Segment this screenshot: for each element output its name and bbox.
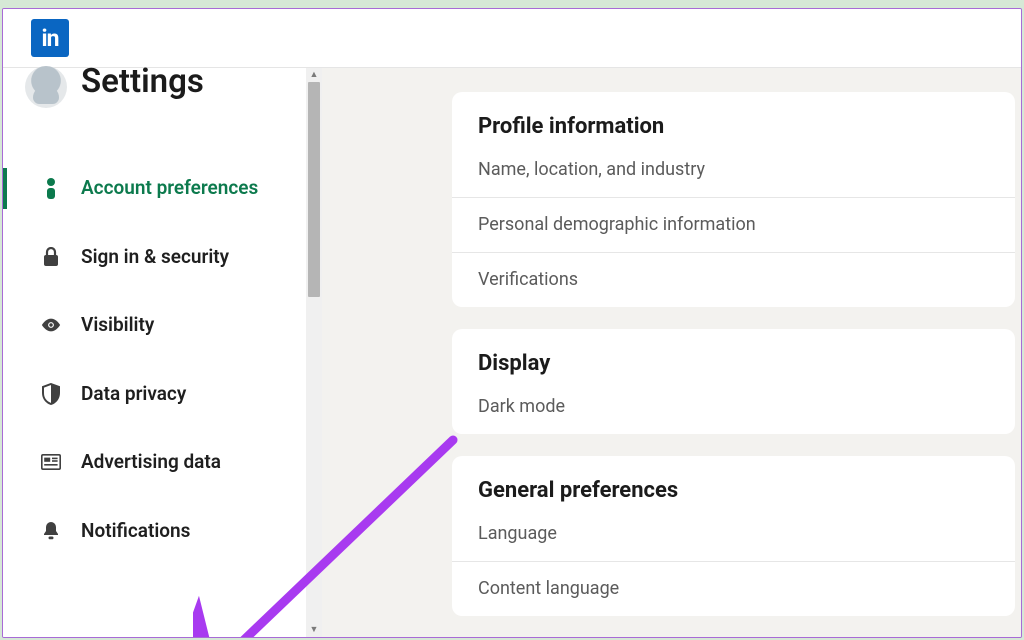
row-personal-demographic[interactable]: Personal demographic information (452, 197, 1015, 252)
sidebar-item-label: Data privacy (81, 380, 186, 409)
section-title: Profile information (452, 92, 1015, 155)
avatar[interactable] (25, 66, 67, 108)
lock-icon (41, 247, 61, 267)
section-title: General preferences (452, 456, 1015, 519)
eye-icon (41, 318, 61, 332)
row-verifications[interactable]: Verifications (452, 252, 1015, 307)
sidebar-item-sign-in-security[interactable]: Sign in & security (3, 223, 306, 292)
top-bar: in (3, 9, 1021, 68)
linkedin-logo-text: in (42, 25, 59, 52)
row-dark-mode[interactable]: Dark mode (452, 392, 1015, 434)
sidebar-item-advertising-data[interactable]: Advertising data (3, 428, 306, 497)
sidebar-nav: Account preferences Sign in & security V… (3, 128, 306, 565)
sidebar-item-notifications[interactable]: Notifications (3, 497, 306, 566)
sidebar-item-visibility[interactable]: Visibility (3, 291, 306, 360)
row-name-location-industry[interactable]: Name, location, and industry (452, 155, 1015, 197)
scroll-up-icon[interactable]: ▲ (306, 68, 322, 82)
linkedin-logo[interactable]: in (31, 19, 69, 57)
sidebar-scrollbar[interactable]: ▲ ▼ (306, 68, 322, 637)
person-icon (41, 177, 61, 199)
sidebar-item-label: Notifications (81, 517, 190, 546)
section-profile-information: Profile information Name, location, and … (452, 92, 1015, 307)
section-title: Display (452, 329, 1015, 392)
sidebar-item-label: Visibility (81, 311, 154, 340)
settings-sidebar: Settings Account preferences Sign in & s… (3, 68, 306, 637)
page-title: Settings (81, 62, 204, 101)
sidebar-item-label: Account preferences (81, 174, 258, 203)
sidebar-item-label: Advertising data (81, 448, 221, 477)
section-display: Display Dark mode (452, 329, 1015, 434)
row-content-language[interactable]: Content language (452, 561, 1015, 616)
shield-icon (41, 383, 61, 405)
sidebar-header: Settings (3, 68, 306, 128)
sidebar-item-label: Sign in & security (81, 243, 229, 272)
bell-icon (41, 521, 61, 541)
settings-content: Profile information Name, location, and … (306, 68, 1021, 637)
row-language[interactable]: Language (452, 519, 1015, 561)
sidebar-item-data-privacy[interactable]: Data privacy (3, 360, 306, 429)
scroll-thumb[interactable] (308, 82, 320, 297)
news-icon (41, 454, 61, 470)
section-general-preferences: General preferences Language Content lan… (452, 456, 1015, 616)
scroll-down-icon[interactable]: ▼ (306, 623, 322, 637)
sidebar-item-account-preferences[interactable]: Account preferences (3, 154, 306, 223)
